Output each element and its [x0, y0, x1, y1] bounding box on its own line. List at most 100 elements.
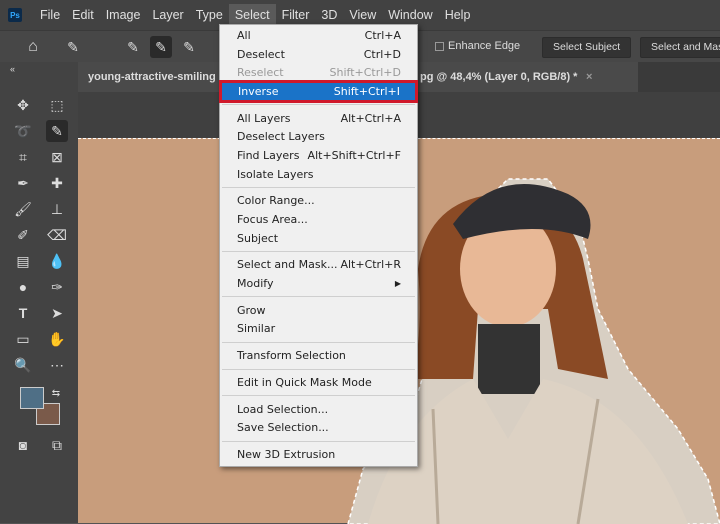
menu-item-color-range[interactable]: Color Range...: [220, 192, 417, 211]
menu-item-load-selection[interactable]: Load Selection...: [220, 400, 417, 419]
screen-mode-icon[interactable]: ⧉: [46, 434, 68, 456]
tab-title-left: young-attractive-smiling: [88, 71, 216, 83]
pen-tool-icon[interactable]: ✑: [46, 276, 68, 298]
menu-item-label: New 3D Extrusion: [237, 447, 336, 461]
photoshop-logo: Ps: [8, 8, 22, 22]
menu-item-label: All Layers: [237, 111, 291, 125]
menu-item-label: Inverse: [238, 84, 279, 98]
menu-item-shortcut: Shift+Ctrl+I: [333, 84, 400, 98]
menu-item-label: Deselect Layers: [237, 130, 325, 144]
menu-window[interactable]: Window: [382, 4, 438, 26]
menu-item-grow[interactable]: Grow: [220, 301, 417, 320]
menu-item-subject[interactable]: Subject: [220, 229, 417, 248]
healing-brush-icon[interactable]: ✚: [46, 172, 68, 194]
swap-colors-icon[interactable]: ⇆: [50, 382, 62, 404]
menu-item-shortcut: Ctrl+A: [364, 28, 401, 42]
menu-item-select-and-mask[interactable]: Select and Mask... Alt+Ctrl+R: [220, 256, 417, 275]
menu-layer[interactable]: Layer: [146, 4, 189, 26]
menu-item-modify[interactable]: Modify ▶: [220, 274, 417, 293]
menu-3d[interactable]: 3D: [315, 4, 343, 26]
checkbox-icon: [435, 41, 444, 51]
subtract-selection-brush-icon[interactable]: ✎: [178, 36, 200, 58]
menu-item-transform-selection[interactable]: Transform Selection: [220, 346, 417, 365]
marquee-tool-icon[interactable]: ⬚: [46, 94, 68, 116]
menu-separator: [222, 296, 415, 298]
menu-item-all-layers[interactable]: All Layers Alt+Ctrl+A: [220, 109, 417, 128]
type-tool-icon[interactable]: T: [12, 302, 34, 324]
brush-tool-icon[interactable]: 🖌: [12, 198, 34, 220]
menu-item-shortcut: Alt+Ctrl+R: [340, 258, 401, 272]
menu-item-find-layers[interactable]: Find Layers Alt+Shift+Ctrl+F: [220, 146, 417, 165]
menu-item-shortcut: Alt+Ctrl+A: [340, 111, 401, 125]
menu-separator: [222, 104, 415, 106]
menu-select[interactable]: Select: [228, 4, 276, 26]
foreground-color-swatch[interactable]: [20, 387, 44, 409]
menu-view[interactable]: View: [343, 4, 382, 26]
hand-tool-icon[interactable]: ✋: [46, 328, 68, 350]
menu-filter[interactable]: Filter: [276, 4, 316, 26]
enhance-edge-label: Enhance Edge: [448, 40, 521, 52]
menu-item-deselect-layers[interactable]: Deselect Layers: [220, 127, 417, 146]
menu-item-save-selection[interactable]: Save Selection...: [220, 418, 417, 437]
frame-tool-icon[interactable]: ⊠: [46, 146, 68, 168]
quick-mask-icon[interactable]: ◙: [12, 434, 34, 456]
history-brush-icon[interactable]: ✐: [12, 224, 34, 246]
submenu-arrow-icon: ▶: [394, 279, 401, 289]
select-subject-button[interactable]: Select Subject: [542, 37, 632, 58]
blur-tool-icon[interactable]: 💧: [46, 250, 68, 272]
menu-item-label: Edit in Quick Mask Mode: [237, 375, 372, 389]
menu-file[interactable]: File: [34, 4, 66, 26]
tab-close-icon[interactable]: ×: [586, 71, 592, 83]
menu-item-label: Find Layers: [237, 148, 300, 162]
menu-item-label: Transform Selection: [237, 349, 346, 363]
enhance-edge-checkbox[interactable]: Enhance Edge: [435, 40, 520, 52]
menu-item-deselect[interactable]: Deselect Ctrl+D: [220, 45, 417, 64]
menu-type[interactable]: Type: [190, 4, 229, 26]
menu-item-similar[interactable]: Similar: [220, 320, 417, 339]
add-selection-brush-icon[interactable]: ✎: [150, 36, 172, 58]
tools-panel: « ✥ ⬚ ➰ ✎ ⌗ ⊠ ✒ ✚ 🖌 ⊥ ✐ ⌫ ▤ 💧 ● ✑ T ➤ ▭ …: [0, 62, 78, 523]
menu-separator: [222, 368, 415, 370]
home-icon[interactable]: ⌂: [22, 36, 44, 58]
path-selection-icon[interactable]: ➤: [46, 302, 68, 324]
menu-item-label: All: [237, 28, 251, 42]
menu-item-label: Focus Area...: [237, 213, 308, 227]
quick-selection-tool-icon[interactable]: ✎: [46, 120, 68, 142]
menu-item-label: Isolate Layers: [237, 167, 314, 181]
menu-separator: [222, 440, 415, 442]
menu-item-new-3d-extrusion[interactable]: New 3D Extrusion: [220, 445, 417, 464]
menu-item-shortcut: Shift+Ctrl+D: [329, 66, 401, 80]
menu-separator: [222, 341, 415, 343]
menu-separator: [222, 395, 415, 397]
zoom-tool-icon[interactable]: 🔍: [12, 354, 34, 376]
rectangle-tool-icon[interactable]: ▭: [12, 328, 34, 350]
menu-item-label: Similar: [237, 322, 276, 336]
eraser-tool-icon[interactable]: ⌫: [46, 224, 68, 246]
menu-item-shortcut: Ctrl+D: [363, 47, 401, 61]
more-tools-icon[interactable]: ⋯: [46, 354, 68, 376]
stamp-tool-icon[interactable]: ⊥: [46, 198, 68, 220]
menu-item-all[interactable]: All Ctrl+A: [220, 26, 417, 45]
collapse-icon[interactable]: «: [10, 64, 15, 74]
crop-tool-icon[interactable]: ⌗: [12, 146, 34, 168]
menu-separator: [222, 251, 415, 253]
lasso-tool-icon[interactable]: ➰: [12, 120, 34, 142]
menu-item-label: Deselect: [237, 47, 285, 61]
menu-edit[interactable]: Edit: [66, 4, 100, 26]
eyedropper-tool-icon[interactable]: ✒: [12, 172, 34, 194]
gradient-tool-icon[interactable]: ▤: [12, 250, 34, 272]
select-and-mask-button[interactable]: Select and Mask: [640, 37, 720, 58]
menu-item-isolate-layers[interactable]: Isolate Layers: [220, 165, 417, 184]
move-tool-icon[interactable]: ✥: [12, 94, 34, 116]
menu-item-inverse[interactable]: Inverse Shift+Ctrl+I: [219, 80, 418, 103]
menu-help[interactable]: Help: [439, 4, 477, 26]
menu-item-focus-area[interactable]: Focus Area...: [220, 210, 417, 229]
dodge-tool-icon[interactable]: ●: [12, 276, 34, 298]
quick-select-brush-icon[interactable]: ✎: [62, 36, 84, 58]
menu-item-label: Select and Mask...: [237, 258, 338, 272]
new-selection-brush-icon[interactable]: ✎: [122, 36, 144, 58]
select-menu-dropdown: All Ctrl+A Deselect Ctrl+D Reselect Shift+Ctr…: [219, 24, 418, 467]
menu-image[interactable]: Image: [100, 4, 147, 26]
menu-item-edit-in-quick-mask-mode[interactable]: Edit in Quick Mask Mode: [220, 373, 417, 392]
menu-item-label: Modify: [237, 277, 274, 291]
